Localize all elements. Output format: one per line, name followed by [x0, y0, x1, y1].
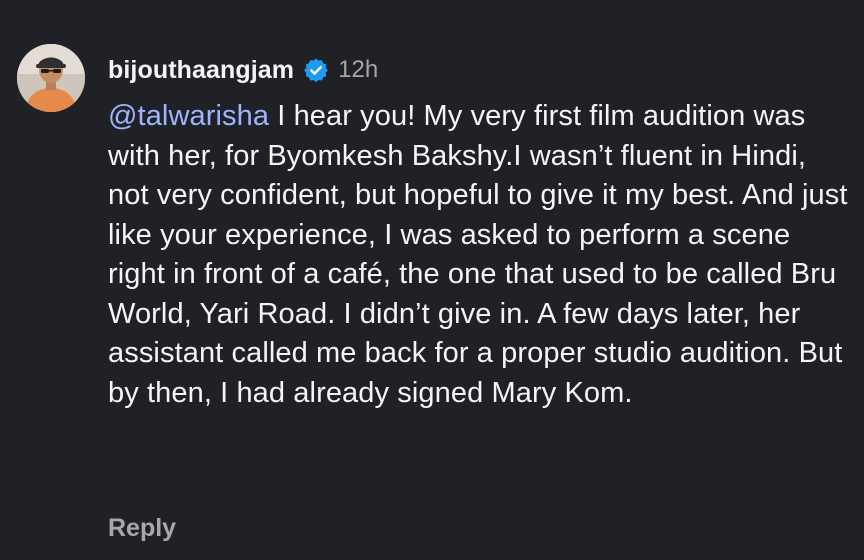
reply-button[interactable]: Reply [108, 514, 176, 543]
comment-header: bijouthaangjam 12h [108, 53, 378, 87]
avatar[interactable] [17, 44, 85, 112]
mention-link[interactable]: @talwarisha [108, 100, 269, 132]
comment-body: I hear you! My very first film audition … [108, 100, 848, 409]
comment: bijouthaangjam 12h @talwarisha I hear yo… [0, 0, 864, 560]
username-link[interactable]: bijouthaangjam [108, 56, 294, 85]
comment-text: @talwarisha I hear you! My very first fi… [108, 97, 848, 413]
verified-badge-icon [303, 57, 329, 83]
timestamp: 12h [338, 56, 379, 83]
avatar-image [17, 44, 85, 112]
